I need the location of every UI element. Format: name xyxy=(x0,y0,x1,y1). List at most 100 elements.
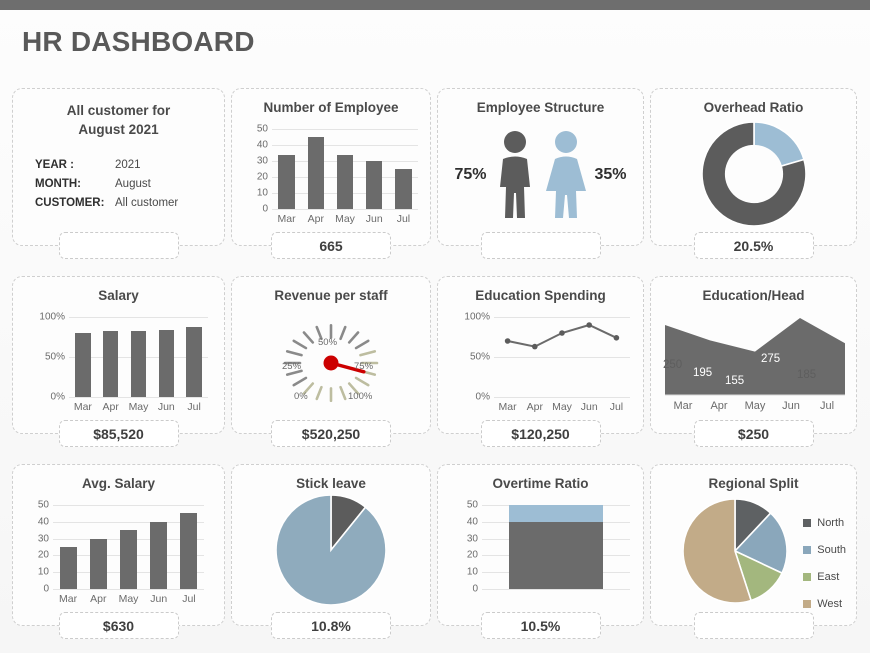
pie-slice xyxy=(275,494,387,606)
gauge-tick xyxy=(347,331,360,344)
page-title: HR DASHBOARD xyxy=(22,26,255,57)
info-row-month: MONTH: August xyxy=(35,174,178,193)
female-figure-icon xyxy=(545,131,586,218)
legend-item[interactable]: East xyxy=(803,563,846,590)
x-axis-tick-label: Apr xyxy=(526,401,543,413)
gauge-hub xyxy=(323,355,339,371)
gridline xyxy=(53,589,204,590)
value-box-employee-structure[interactable] xyxy=(480,232,601,259)
legend-label: South xyxy=(817,543,846,556)
bar-cell xyxy=(53,505,83,589)
card-regional-split[interactable]: Regional Split North South East West xyxy=(650,464,857,639)
value-box-regional-split[interactable] xyxy=(693,612,814,639)
area-data-label: 250 xyxy=(663,359,683,371)
card-title-employee-structure: Employee Structure xyxy=(476,100,605,115)
value-box-revenue-per-staff[interactable]: $520,250 xyxy=(271,420,391,447)
bar xyxy=(102,331,119,397)
x-axis-tick-label: Jul xyxy=(396,213,411,225)
card-all-customer[interactable]: All customer for August 2021 YEAR : 2021… xyxy=(12,88,225,259)
area-fill xyxy=(665,318,845,395)
x-axis-tick-label: Jun xyxy=(782,400,800,412)
y-axis-tick-label: 50 xyxy=(256,123,268,135)
y-axis-tick-label: 40 xyxy=(466,516,478,528)
y-axis-tick-label: 0 xyxy=(472,583,478,595)
chart-overhead-ratio-donut xyxy=(700,121,807,227)
x-axis-labels: Mar Apr May Jun Jul xyxy=(665,400,845,412)
bar-cell xyxy=(174,505,204,589)
value-box-number-of-employee[interactable]: 665 xyxy=(271,232,391,259)
card-title-revenue-per-staff: Revenue per staff xyxy=(274,288,388,303)
bar xyxy=(158,329,175,397)
card-title-number-of-employee: Number of Employee xyxy=(263,100,399,115)
value-box-education-head[interactable]: $250 xyxy=(693,420,814,447)
card-education-spending[interactable]: Education Spending 0% 50% 100% Mar Apr May Jun… xyxy=(437,276,644,447)
x-axis-tick-label: Mar xyxy=(277,213,296,225)
bar xyxy=(150,521,168,589)
value-box-overhead-ratio[interactable]: 20.5% xyxy=(693,232,814,259)
gauge-tick xyxy=(302,331,315,344)
y-axis-tick-label: 50% xyxy=(469,351,490,363)
card-revenue-per-staff[interactable]: Revenue per staff 0% 25% 50% 75% 100% $520,2… xyxy=(231,276,431,447)
value-box-stick-leave[interactable]: 10.8% xyxy=(271,612,391,639)
x-axis-tick-label: Jun xyxy=(580,401,598,413)
gauge-tick xyxy=(339,325,347,341)
plot-area xyxy=(482,505,630,589)
chart-regional-split-pie xyxy=(682,498,788,604)
gridline xyxy=(272,209,418,210)
y-axis-tick-label: 20 xyxy=(256,171,268,183)
y-axis-tick-label: 20 xyxy=(37,549,49,561)
bar-cell xyxy=(360,129,389,209)
bar xyxy=(75,333,91,397)
pie-svg xyxy=(682,498,788,604)
legend-item[interactable]: South xyxy=(803,536,846,563)
value-box-overtime-ratio[interactable]: 10.5% xyxy=(480,612,601,639)
card-salary[interactable]: Salary 0% 50% 100% Mar Apr May Jun Jul $85,520 xyxy=(12,276,225,447)
info-label-customer: CUSTOMER: xyxy=(35,196,105,209)
bar-segment xyxy=(508,521,604,589)
pie-svg xyxy=(700,121,807,227)
male-percent-label: 75% xyxy=(454,166,487,183)
bar xyxy=(307,137,324,209)
y-axis-tick-label: 40 xyxy=(256,139,268,151)
gauge-svg xyxy=(283,323,379,403)
x-axis-tick-label: Mar xyxy=(59,593,78,605)
card-number-of-employee[interactable]: Number of Employee 0 10 20 30 40 50 Mar Apr May J… xyxy=(231,88,431,259)
x-axis-tick-label: Jul xyxy=(819,400,835,412)
line-series xyxy=(504,322,620,350)
dashboard-root: HR DASHBOARD All customer for August 202… xyxy=(0,0,870,653)
info-value-month: August xyxy=(115,177,151,190)
card-employee-structure[interactable]: Employee Structure 75% 35% xyxy=(437,88,644,259)
chart-education-spending: 0% 50% 100% Mar Apr May Jun Jul xyxy=(458,312,630,417)
legend-item[interactable]: North xyxy=(803,509,846,536)
gauge-tick-label: 50% xyxy=(318,337,338,348)
value-box-all-customer[interactable] xyxy=(58,232,179,259)
card-overhead-ratio[interactable]: Overhead Ratio 20.5% xyxy=(650,88,857,259)
value-box-salary[interactable]: $85,520 xyxy=(58,420,179,447)
card-avg-salary[interactable]: Avg. Salary 0 10 20 30 40 50 Mar Apr May Jun Jul $… xyxy=(12,464,225,639)
y-axis-tick-label: 100% xyxy=(39,311,65,323)
chart-stick-leave-pie xyxy=(275,494,387,606)
x-axis-tick-label: Apr xyxy=(307,213,324,225)
x-axis-tick-label: Jul xyxy=(187,401,201,413)
card-stick-leave[interactable]: Stick leave 10.8% xyxy=(231,464,431,639)
plot-area xyxy=(494,317,630,397)
legend-swatch xyxy=(803,572,812,581)
chart-avg-salary: 0 10 20 30 40 50 Mar Apr May Jun Jul xyxy=(29,500,204,609)
card-title-overtime-ratio: Overtime Ratio xyxy=(492,476,589,491)
gauge-tick xyxy=(292,339,308,350)
legend-swatch xyxy=(803,518,812,527)
gauge-tick xyxy=(285,350,303,357)
y-axis-tick-label: 20 xyxy=(466,549,478,561)
card-overtime-ratio[interactable]: Overtime Ratio 0 10 20 30 40 50 10.5% xyxy=(437,464,644,639)
y-axis-tick-label: 40 xyxy=(37,516,49,528)
x-axis-tick-label: Jul xyxy=(609,401,624,413)
value-box-avg-salary[interactable]: $630 xyxy=(58,612,179,639)
bar-cell xyxy=(152,317,180,397)
card-education-head[interactable]: Education/Head 250 195 155 275 185 Mar Apr May J… xyxy=(650,276,857,447)
chart-education-head: 250 195 155 275 185 Mar Apr May Jun Jul xyxy=(663,307,845,417)
x-axis-tick-label: May xyxy=(118,593,139,605)
card-title-stick-leave: Stick leave xyxy=(296,476,366,491)
legend-swatch xyxy=(803,545,812,554)
value-box-education-spending[interactable]: $120,250 xyxy=(480,420,601,447)
y-axis-tick-label: 30 xyxy=(256,155,268,167)
